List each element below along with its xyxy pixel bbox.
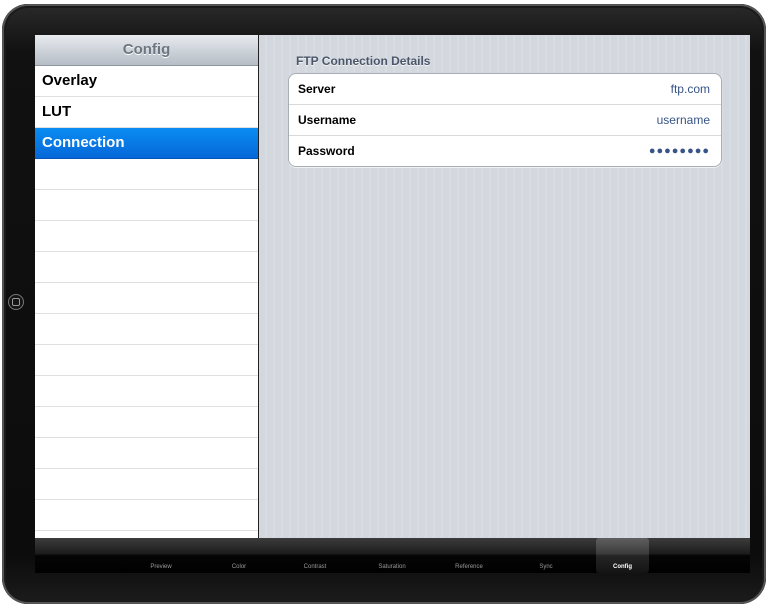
screen: Config Overlay LUT Connection FTP Connec… [35,35,750,573]
tab-reference[interactable]: Reference [438,538,500,573]
username-label: Username [298,113,357,127]
tab-preview[interactable]: Preview [130,538,192,573]
master-title: Config [35,35,258,66]
tab-sync[interactable]: Sync [515,538,577,573]
tab-label: Preview [150,564,172,570]
tab-label: Color [231,564,247,570]
connection-group: Server ftp.com Username username Passwor… [288,73,722,167]
tab-label: Config [613,564,632,570]
empty-row [35,345,258,376]
empty-row [35,252,258,283]
master-item-lut[interactable]: LUT [35,97,258,128]
master-list: Overlay LUT Connection [35,66,258,531]
server-field[interactable]: ftp.com [671,74,710,104]
master-panel: Config Overlay LUT Connection [35,35,258,538]
tab-label: Reference [455,564,483,570]
tab-bar: Preview Color Contrast Saturation Refere… [35,538,750,573]
master-item-connection[interactable]: Connection [35,128,258,159]
tab-contrast[interactable]: Contrast [284,538,346,573]
empty-row [35,314,258,345]
home-button-icon[interactable] [8,294,24,310]
username-row[interactable]: Username username [289,105,721,136]
server-row[interactable]: Server ftp.com [289,74,721,105]
empty-row [35,500,258,531]
empty-row [35,221,258,252]
tab-label: Saturation [378,564,406,570]
empty-row [35,407,258,438]
detail-panel: FTP Connection Details Server ftp.com Us… [259,35,750,538]
section-title: FTP Connection Details [296,54,431,68]
tab-label: Contrast [303,564,327,570]
master-item-overlay[interactable]: Overlay [35,66,258,97]
tab-color[interactable]: Color [208,538,270,573]
empty-row [35,283,258,314]
password-row[interactable]: Password ●●●●●●●● [289,136,721,166]
tab-config[interactable]: Config [596,538,649,573]
server-label: Server [298,82,336,96]
tab-saturation[interactable]: Saturation [361,538,423,573]
empty-row [35,376,258,407]
password-field[interactable]: ●●●●●●●● [649,136,710,166]
username-field[interactable]: username [657,105,710,135]
empty-row [35,438,258,469]
empty-row [35,469,258,500]
tab-label: Sync [539,564,553,570]
password-label: Password [298,144,355,158]
empty-row [35,190,258,221]
empty-row [35,159,258,190]
